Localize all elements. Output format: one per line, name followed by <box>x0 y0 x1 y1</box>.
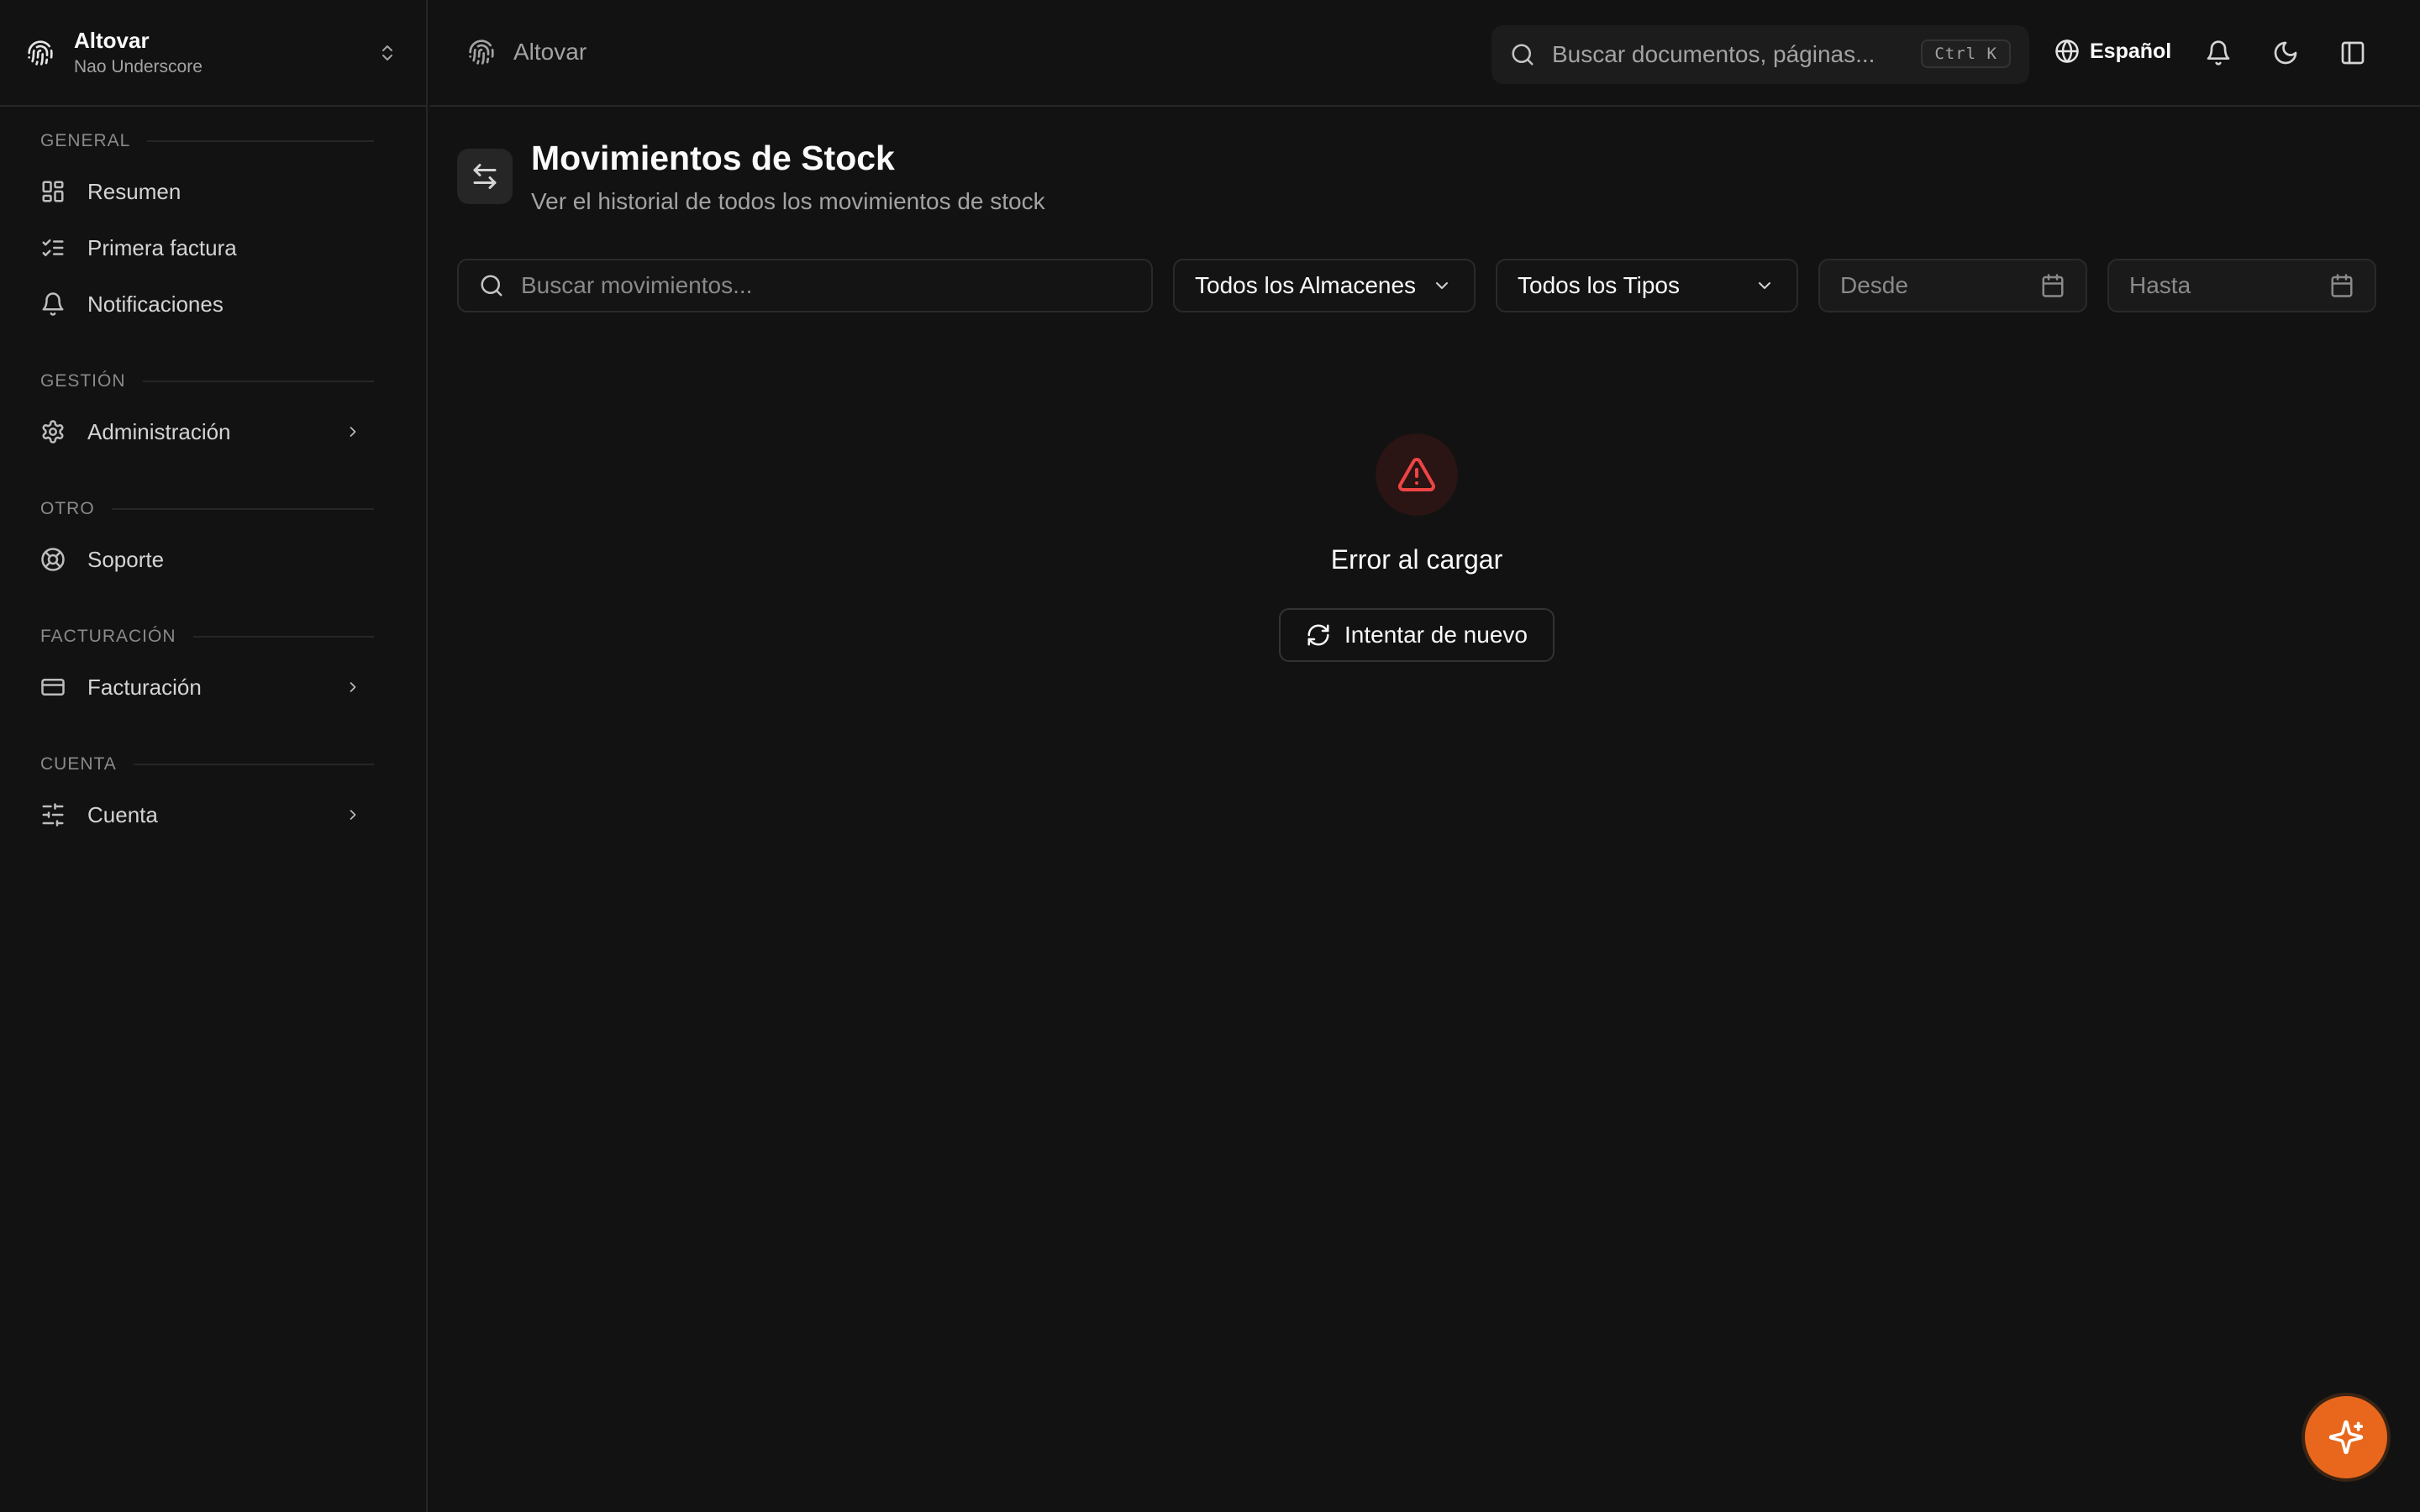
sparkles-icon <box>2328 1420 2364 1455</box>
section-label-otro: OTRO <box>40 499 374 519</box>
language-label: Español <box>2090 39 2172 63</box>
sliders-icon <box>42 803 64 827</box>
sidebar-item-administracion[interactable]: Administración <box>27 408 380 455</box>
type-select[interactable]: Todos los Tipos <box>1496 259 1798 312</box>
chevron-right-icon <box>350 682 356 692</box>
sidebar-item-label: Notificaciones <box>87 291 224 317</box>
date-from-input[interactable]: Desde <box>1818 259 2087 312</box>
list-checks-icon <box>42 239 64 256</box>
search-icon <box>481 275 502 297</box>
date-to-input[interactable]: Hasta <box>2107 259 2376 312</box>
page-icon <box>457 149 513 204</box>
gear-icon <box>42 420 64 444</box>
panel-toggle-icon[interactable] <box>2339 39 2366 66</box>
warehouse-select-value: Todos los Almacenes <box>1195 272 1417 298</box>
sidebar-item-primera-factura[interactable]: Primera factura <box>27 224 380 271</box>
shortcut-badge: Ctrl K <box>1921 39 2011 68</box>
alert-triangle-icon <box>1398 458 1435 492</box>
type-select-value: Todos los Tipos <box>1518 272 1680 298</box>
section-label-gestion: GESTIÓN <box>40 371 374 391</box>
error-message: Error al cargar <box>1330 544 1503 575</box>
org-name: Altovar <box>74 27 150 53</box>
credit-card-icon <box>41 679 65 696</box>
bell-icon <box>42 292 64 316</box>
section-label-facturacion: FACTURACIÓN <box>40 627 374 647</box>
breadcrumb-label: Altovar <box>513 39 587 65</box>
sidebar-item-notificaciones[interactable]: Notificaciones <box>27 281 380 328</box>
page-subtitle: Ver el historial de todos los movimiento… <box>531 188 1045 214</box>
sidebar-item-label: Cuenta <box>87 801 158 827</box>
sidebar-item-label: Administración <box>87 418 231 444</box>
calendar-icon <box>2042 274 2064 297</box>
top-bar: Altovar Buscar documentos, páginas... Ct… <box>429 0 2420 107</box>
chevron-right-icon <box>350 810 356 820</box>
sidebar-item-facturacion[interactable]: Facturación <box>27 664 380 711</box>
org-switcher[interactable]: Altovar Nao Underscore <box>0 0 426 107</box>
retry-button[interactable]: Intentar de nuevo <box>1279 608 1555 662</box>
sidebar-item-label: Soporte <box>87 546 165 572</box>
chevron-down-icon <box>1759 282 1770 289</box>
date-to-placeholder: Hasta <box>2129 272 2191 298</box>
sidebar-item-label: Resumen <box>87 178 182 204</box>
fingerprint-icon <box>469 39 494 65</box>
ai-assistant-button[interactable] <box>2305 1396 2387 1478</box>
movements-search-input[interactable]: Buscar movimientos... <box>457 259 1153 312</box>
chevrons-up-down-icon <box>382 45 392 60</box>
globe-icon <box>2055 39 2079 63</box>
sidebar: Altovar Nao Underscore GENERAL Resumen P… <box>0 0 428 1512</box>
refresh-icon <box>1307 624 1329 646</box>
section-label-cuenta: CUENTA <box>40 754 374 774</box>
dashboard-icon <box>42 181 64 202</box>
calendar-icon <box>2331 274 2353 297</box>
section-label-general: GENERAL <box>40 131 374 151</box>
search-icon <box>1512 44 1534 66</box>
sidebar-item-cuenta[interactable]: Cuenta <box>27 791 380 838</box>
sidebar-item-soporte[interactable]: Soporte <box>27 536 380 583</box>
date-from-placeholder: Desde <box>1840 272 1908 298</box>
retry-button-label: Intentar de nuevo <box>1344 622 1528 648</box>
moon-icon[interactable] <box>2272 39 2299 66</box>
warehouse-select[interactable]: Todos los Almacenes <box>1173 259 1476 312</box>
chevron-right-icon <box>350 427 356 437</box>
language-selector[interactable]: Español <box>2054 39 2171 64</box>
bell-icon[interactable] <box>2205 39 2232 66</box>
global-search[interactable]: Buscar documentos, páginas... Ctrl K <box>1491 25 2029 84</box>
org-subtitle: Nao Underscore <box>74 56 203 76</box>
life-buoy-icon <box>41 548 65 571</box>
arrow-left-right-icon <box>473 164 497 189</box>
sidebar-item-label: Facturación <box>87 674 202 700</box>
sidebar-item-resumen[interactable]: Resumen <box>27 168 380 215</box>
movements-search-placeholder: Buscar movimientos... <box>521 272 753 298</box>
error-indicator <box>1376 433 1458 516</box>
chevron-down-icon <box>1436 282 1448 289</box>
fingerprint-icon <box>28 39 53 66</box>
sidebar-item-label: Primera factura <box>87 234 237 260</box>
global-search-placeholder: Buscar documentos, páginas... <box>1552 41 1876 67</box>
page-title: Movimientos de Stock <box>531 139 895 177</box>
breadcrumb[interactable]: Altovar <box>468 39 587 66</box>
